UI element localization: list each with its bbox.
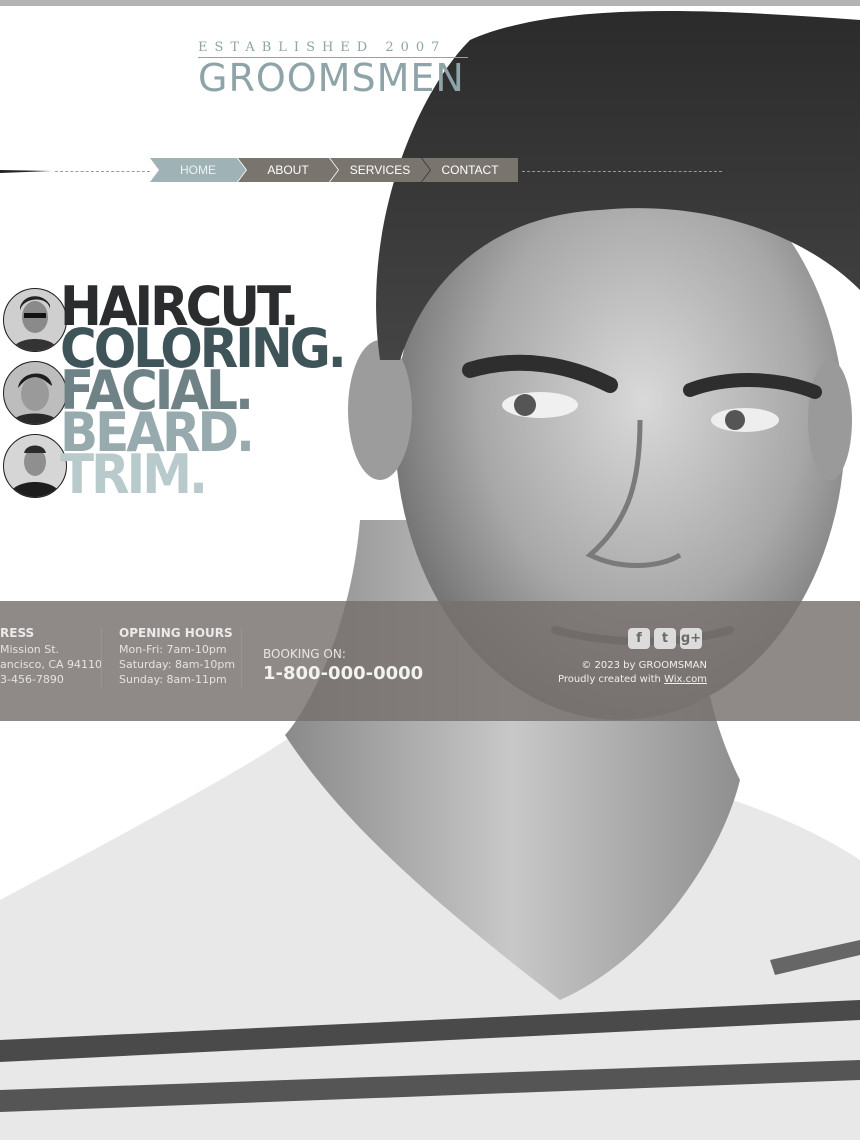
service-avatars [3,288,67,507]
footer-divider [241,628,242,688]
service-trim: TRIM. [60,443,208,506]
hours-line: Saturday: 8am-10pm [119,658,236,671]
site-logo[interactable]: ESTABLISHED 2007 GROOMSMEN [198,40,478,98]
copyright-text: © 2023 by GROOMSMAN [581,660,707,671]
booking-phone[interactable]: 1-800-000-0000 [263,663,423,684]
avatar [3,434,67,498]
twitter-icon[interactable]: t [654,628,676,649]
address-line: Mission St. [0,643,60,656]
hours-line: Mon-Fri: 7am-10pm [119,643,227,656]
nav-services[interactable]: SERVICES [330,158,430,182]
credit-prefix: Proudly created with [557,674,661,685]
logo-wordmark: GROOMSMEN [198,56,465,100]
hours-heading: OPENING HOURS [119,626,233,640]
social-links: f t g+ [628,628,702,649]
avatar [3,288,67,352]
copyright-block: © 2023 by GROOMSMAN Proudly created with… [558,659,707,687]
nav-home[interactable]: HOME [150,158,246,182]
main-nav: HOME ABOUT SERVICES CONTACT [150,158,518,182]
services-list: HAIRCUT. COLORING. FACIAL. BEARD. TRIM. [60,280,347,506]
phone-line: 3-456-7890 [0,673,64,686]
hours-block: OPENING HOURS Mon-Fri: 7am-10pm Saturday… [119,626,235,687]
address-block: RESS Mission St. ancisco, CA 94110 3-456… [0,626,102,687]
nav-about[interactable]: ABOUT [238,158,338,182]
nav-contact[interactable]: CONTACT [422,158,518,182]
footer-band: RESS Mission St. ancisco, CA 94110 3-456… [0,601,860,721]
brush-decoration-icon [0,170,52,173]
footer-divider [101,628,102,688]
wix-link[interactable]: Wix.com [664,674,707,685]
address-line: ancisco, CA 94110 [0,658,103,671]
hours-line: Sunday: 8am-11pm [119,673,227,686]
facebook-icon[interactable]: f [628,628,650,649]
nav-divider-right [522,171,722,172]
nav-divider-left [55,171,150,172]
booking-label: BOOKING ON: [263,647,346,661]
avatar [3,361,67,425]
google-plus-icon[interactable]: g+ [680,628,702,649]
address-heading: RESS [0,626,35,640]
credit-line: Proudly created with Wix.com [558,673,707,687]
